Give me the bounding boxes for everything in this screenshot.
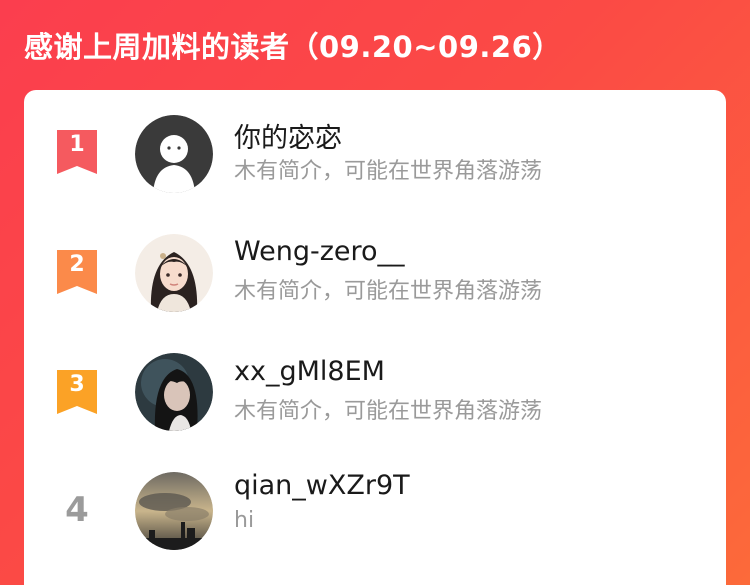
reader-name: Weng-zero__: [234, 236, 405, 267]
page-title: 感谢上周加料的读者（09.20~09.26）: [24, 30, 562, 64]
avatar[interactable]: [135, 234, 213, 312]
reader-name: xx_gMl8EM: [234, 356, 385, 387]
avatar[interactable]: [135, 472, 213, 550]
rank-number: 4: [65, 490, 89, 530]
list-item[interactable]: 3 xx_gMl8EM 木有简介，可能在世界角落游荡: [24, 330, 726, 450]
rank-number: 1: [69, 132, 85, 157]
rank-number: 3: [69, 372, 85, 397]
reader-bio: 木有简介，可能在世界角落游荡: [234, 279, 543, 304]
avatar[interactable]: [135, 353, 213, 431]
list-item[interactable]: 2 Weng-zero__ 木有简介，可能在世界角落游荡: [24, 210, 726, 330]
reader-name: qian_wXZr9T: [234, 470, 410, 501]
reader-bio: 木有简介，可能在世界角落游荡: [234, 159, 543, 184]
rank-badge-icon: 2: [57, 250, 97, 294]
rank-badge-icon: 1: [57, 130, 97, 174]
avatar[interactable]: [135, 115, 213, 193]
reader-bio: hi: [234, 508, 255, 533]
rank-badge-icon: 3: [57, 370, 97, 414]
reader-bio: 木有简介，可能在世界角落游荡: [234, 399, 543, 424]
list-item[interactable]: 4 qian_wXZr9T hi: [24, 450, 726, 570]
list-item[interactable]: 1 你的宓宓 木有简介，可能在世界角落游荡: [24, 90, 726, 210]
rank-number: 2: [69, 252, 85, 277]
reader-name: 你的宓宓: [234, 123, 342, 154]
reader-list-card: 1 你的宓宓 木有简介，可能在世界角落游荡 2 Weng-zero__ 木有简介…: [24, 90, 726, 585]
